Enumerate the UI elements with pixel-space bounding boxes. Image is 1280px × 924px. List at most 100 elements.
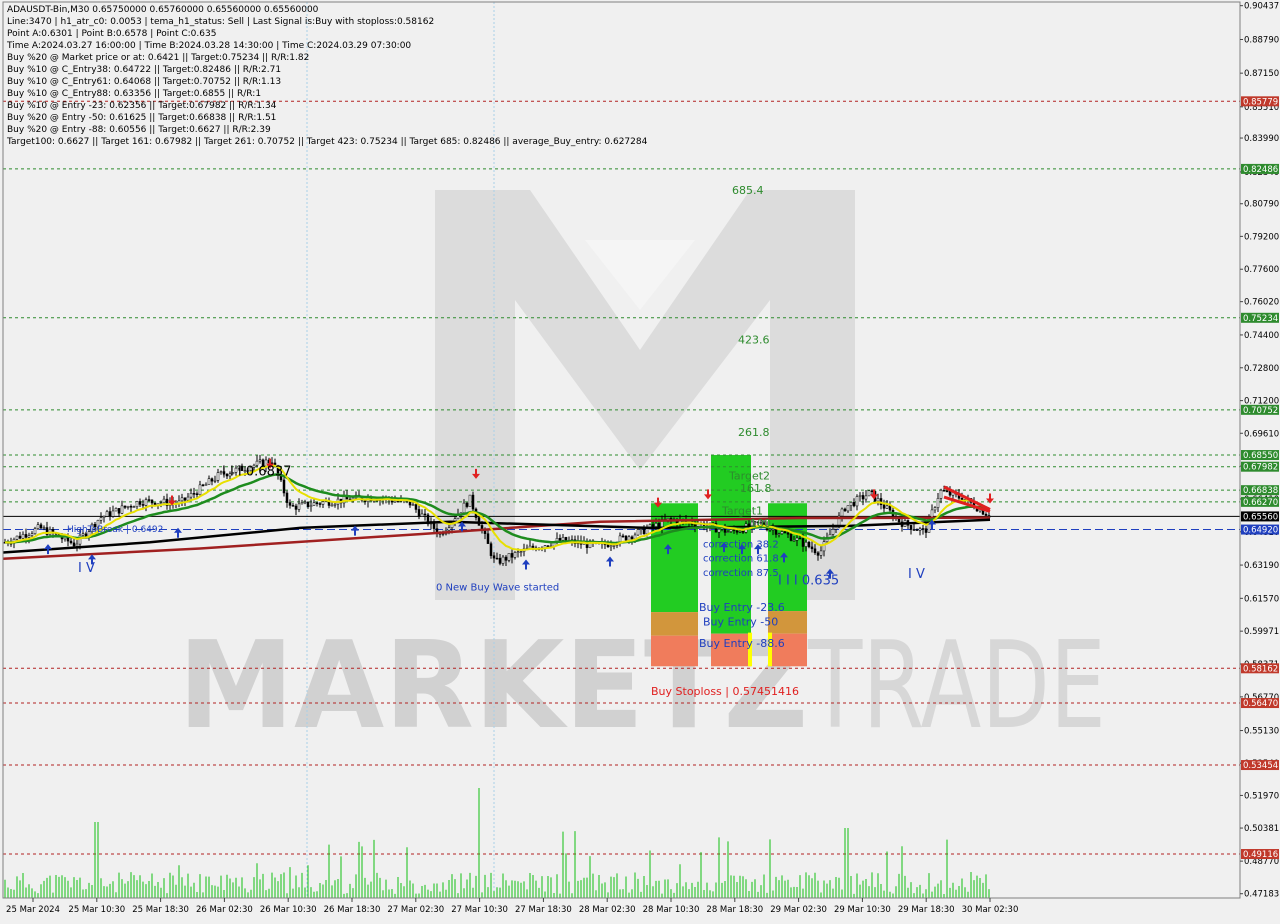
- candle-body: [819, 550, 823, 556]
- candle-body: [693, 524, 697, 527]
- annotation-label: Buy Entry -23.6: [699, 601, 785, 614]
- candle-body: [645, 528, 649, 535]
- candle-body: [99, 517, 103, 521]
- candle-body: [468, 494, 472, 507]
- y-tick-label: 0.63190: [1244, 561, 1279, 571]
- candle-body: [888, 505, 892, 511]
- candle-body: [885, 505, 889, 509]
- candle-body: [945, 490, 949, 493]
- watermark: MARKETZ TRADE: [178, 190, 1106, 756]
- candle-body: [297, 503, 301, 510]
- sell-arrow-icon: [704, 489, 712, 500]
- candle-body: [528, 545, 532, 549]
- candle-body: [159, 502, 163, 505]
- candle-body: [189, 493, 193, 498]
- annotation-label: 0 New Buy Wave started: [436, 582, 559, 593]
- candle-body: [780, 531, 784, 534]
- candle-body: [309, 505, 313, 507]
- candle-body: [102, 516, 106, 518]
- annotation-label: Target2: [728, 470, 770, 483]
- y-tick-label: 0.59971: [1244, 627, 1279, 637]
- candle-body: [147, 499, 151, 501]
- x-tick-label: 28 Mar 10:30: [643, 905, 700, 915]
- info-line: Buy %10 @ Entry -23: 0.62356 || Target:0…: [7, 101, 277, 111]
- candle-body: [411, 504, 415, 506]
- candle-body: [18, 535, 22, 539]
- candle-body: [129, 505, 133, 508]
- price-level-label: 0.68550: [1243, 451, 1278, 461]
- annotation-label: 685.4: [732, 184, 764, 197]
- candle-body: [198, 484, 202, 495]
- candle-body: [192, 493, 196, 495]
- candle-body: [612, 545, 616, 547]
- candle-body: [606, 544, 610, 548]
- info-line: Time A:2024.03.27 16:00:00 | Time B:2024…: [7, 41, 412, 51]
- candle-body: [843, 508, 847, 512]
- annotation-label: Buy Entry -50: [703, 615, 778, 628]
- candle-body: [183, 497, 187, 501]
- x-tick-label: 25 Mar 10:30: [68, 905, 125, 915]
- annotation-label: 161.8: [740, 482, 772, 495]
- y-tick-label: 0.51970: [1244, 791, 1279, 801]
- candle-body: [621, 535, 625, 538]
- x-tick-label: 29 Mar 18:30: [898, 905, 955, 915]
- candle-body: [909, 525, 913, 530]
- price-level-label: 0.85779: [1243, 97, 1278, 107]
- candle-body: [489, 543, 493, 556]
- y-tick-label: 0.72800: [1244, 364, 1279, 374]
- candle-body: [942, 489, 946, 492]
- candle-body: [930, 509, 934, 518]
- candle-body: [852, 502, 856, 507]
- candle-body: [726, 531, 730, 533]
- candle-body: [609, 545, 613, 548]
- y-tick-label: 0.47183: [1244, 890, 1279, 900]
- candle-body: [936, 498, 940, 508]
- candle-body: [498, 557, 502, 564]
- candle-body: [423, 513, 427, 516]
- candle-body: [840, 508, 844, 517]
- annotation-label: 261.8: [738, 426, 770, 439]
- candle-body: [162, 498, 166, 504]
- candle-body: [864, 495, 868, 500]
- candle-body: [510, 553, 514, 558]
- candle-body: [135, 501, 139, 507]
- x-tick-label: 30 Mar 02:30: [962, 905, 1019, 915]
- candle-body: [396, 500, 400, 503]
- info-line: Line:3470 | h1_atr_c0: 0.0053 | tema_h1_…: [7, 17, 435, 27]
- x-tick-label: 28 Mar 02:30: [579, 905, 636, 915]
- candle-body: [789, 533, 793, 541]
- x-tick-label: 28 Mar 18:30: [706, 905, 763, 915]
- x-tick-label: 29 Mar 10:30: [834, 905, 891, 915]
- y-tick-label: 0.80790: [1244, 200, 1279, 210]
- candle-body: [333, 503, 337, 506]
- annotation-label: correction 61.8: [703, 554, 779, 565]
- volume-bars: [4, 788, 990, 898]
- price-level-label: 0.67982: [1243, 463, 1278, 473]
- price-level-label: 0.49116: [1243, 850, 1278, 860]
- candle-body: [417, 509, 421, 517]
- price-level-label: 0.66838: [1243, 486, 1278, 496]
- candle-body: [507, 553, 511, 561]
- y-tick-label: 0.50381: [1244, 824, 1279, 834]
- info-line: Buy %20 @ Market price or at: 0.6421 || …: [7, 53, 310, 63]
- y-tick-label: 0.90437: [1244, 2, 1279, 12]
- info-line: Buy %10 @ C_Entry38: 0.64722 || Target:0…: [7, 65, 282, 75]
- candle-body: [630, 536, 634, 540]
- candle-body: [858, 495, 862, 497]
- candle-body: [180, 497, 184, 502]
- x-tick-label: 27 Mar 18:30: [515, 905, 572, 915]
- y-tick-label: 0.79200: [1244, 232, 1279, 242]
- candle-body: [804, 541, 808, 547]
- candle-body: [15, 535, 19, 540]
- buy-arrow-icon: [606, 556, 614, 567]
- buy-arrow-icon: [351, 525, 359, 536]
- zone-orange: [651, 612, 698, 636]
- candle-body: [918, 528, 922, 531]
- annotation-label: Buy Stoploss | 0.57451416: [651, 685, 799, 698]
- annotation-label: Buy Entry -88.6: [699, 637, 785, 650]
- candle-body: [558, 538, 562, 541]
- price-level-label: 0.66270: [1243, 498, 1278, 508]
- candle-body: [30, 533, 34, 536]
- candle-body: [120, 505, 124, 514]
- y-tick-label: 0.61570: [1244, 594, 1279, 604]
